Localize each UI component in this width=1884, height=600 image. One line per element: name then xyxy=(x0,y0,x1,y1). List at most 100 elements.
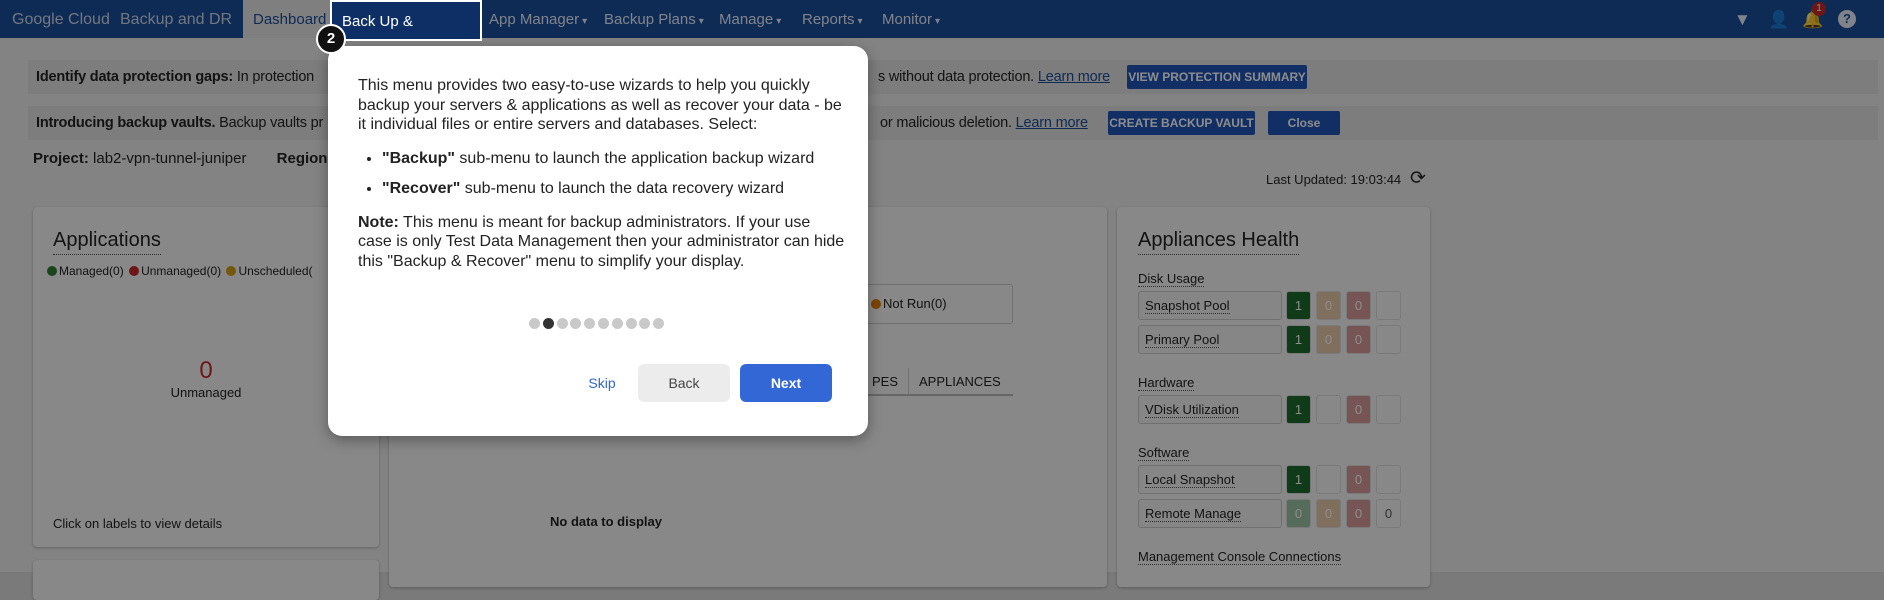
banner-text: s without data protection. xyxy=(878,69,1035,85)
create-backup-vault-button[interactable]: CREATE BACKUP VAULT xyxy=(1108,111,1255,135)
banner-text: or malicious deletion. xyxy=(880,115,1012,131)
filter-icon[interactable]: ▼ xyxy=(1734,10,1751,30)
status-warning-cell[interactable] xyxy=(1316,465,1341,494)
user-icon[interactable]: 👤 xyxy=(1768,10,1789,30)
yellow-dot-icon xyxy=(226,266,237,276)
legend-label: Managed(0) xyxy=(59,264,124,278)
step-dot[interactable] xyxy=(639,318,651,329)
chevron-down-icon: ▾ xyxy=(582,16,588,27)
step-dot[interactable] xyxy=(542,318,554,329)
red-dot-icon xyxy=(129,266,140,276)
chevron-down-icon: ▾ xyxy=(857,16,863,27)
status-warning-cell[interactable]: 0 xyxy=(1316,499,1341,528)
back-button[interactable]: Back xyxy=(638,364,730,402)
row-label[interactable]: VDisk Utilization xyxy=(1145,402,1239,418)
notification-badge: 1 xyxy=(1812,2,1826,16)
brand-logo: Google Cloud xyxy=(12,11,110,28)
status-error-cell[interactable]: 0 xyxy=(1346,465,1371,494)
note-bold: Note: xyxy=(358,213,399,231)
section-hardware[interactable]: Hardware xyxy=(1138,375,1195,391)
section-disk-usage[interactable]: Disk Usage xyxy=(1138,271,1205,287)
status-unknown-cell[interactable] xyxy=(1376,325,1401,354)
nav-label: Manage xyxy=(719,11,774,28)
help-icon[interactable]: ? xyxy=(1838,10,1856,28)
status-unknown-cell[interactable] xyxy=(1376,291,1401,320)
skip-button[interactable]: Skip xyxy=(580,364,624,402)
next-button[interactable]: Next xyxy=(740,364,832,402)
chevron-down-icon: ▾ xyxy=(400,57,406,68)
status-ok-cell[interactable]: 1 xyxy=(1286,465,1311,494)
protection-gaps-banner: Identify data protection gaps: In protec… xyxy=(28,60,1878,94)
legend-unmanaged[interactable]: Unmanaged(0) xyxy=(129,264,221,278)
chevron-down-icon: ▾ xyxy=(698,16,704,27)
status-ok-cell[interactable]: 1 xyxy=(1286,291,1311,320)
nav-monitor[interactable]: Monitor ▾ xyxy=(882,0,940,38)
nav-backup-plans[interactable]: Backup Plans ▾ xyxy=(604,0,704,38)
status-unknown-cell[interactable] xyxy=(1376,465,1401,494)
section-management-console[interactable]: Management Console Connections xyxy=(1138,549,1342,565)
legend-managed[interactable]: Managed(0) xyxy=(47,264,124,278)
chevron-down-icon: ▾ xyxy=(935,16,941,27)
tour-dialog: This menu provides two easy-to-use wizar… xyxy=(328,46,868,436)
row-label[interactable]: Primary Pool xyxy=(1145,332,1220,348)
note-text: This menu is meant for backup administra… xyxy=(358,213,845,270)
dimmed-page: Google Cloud Backup and DR Dashboard App… xyxy=(0,0,1884,600)
refresh-icon[interactable]: ⟳ xyxy=(1410,167,1426,190)
status-error-cell[interactable]: 0 xyxy=(1346,499,1371,528)
step-dot[interactable] xyxy=(625,318,637,329)
status-ok-cell[interactable]: 0 xyxy=(1286,499,1311,528)
step-dot[interactable] xyxy=(556,318,568,329)
tour-intro: This menu provides two easy-to-use wizar… xyxy=(358,77,842,133)
project-label: Project: xyxy=(33,150,89,167)
legend-label: Not Run(0) xyxy=(883,296,947,311)
row-label[interactable]: Remote Manage xyxy=(1145,506,1242,522)
step-dot[interactable] xyxy=(653,318,665,329)
nav-back-up-recover[interactable]: Back Up & Recover ▾ xyxy=(330,0,482,69)
banner-text: Backup vaults pr xyxy=(215,115,324,131)
panel-title[interactable]: Appliances Health xyxy=(1138,229,1300,255)
nav-label: Reports xyxy=(802,11,855,28)
backup-vaults-banner: Introducing backup vaults. Backup vaults… xyxy=(28,106,1878,140)
learn-more-link[interactable]: Learn more xyxy=(1038,69,1110,85)
status-ok-cell[interactable]: 1 xyxy=(1286,325,1311,354)
section-software[interactable]: Software xyxy=(1138,445,1190,461)
bullet-bold: "Backup" xyxy=(382,149,455,167)
orange-dot-icon xyxy=(871,299,881,309)
chevron-down-icon: ▾ xyxy=(776,16,782,27)
nav-label: App Manager xyxy=(489,11,580,28)
not-run-legend[interactable]: Not Run(0) xyxy=(858,284,1013,324)
status-error-cell[interactable]: 0 xyxy=(1346,395,1371,424)
row-label[interactable]: Local Snapshot xyxy=(1145,472,1235,488)
status-unknown-cell[interactable] xyxy=(1376,395,1401,424)
status-unknown-cell[interactable]: 0 xyxy=(1376,499,1401,528)
step-dot[interactable] xyxy=(529,318,540,329)
status-warning-cell[interactable]: 0 xyxy=(1316,325,1341,354)
legend-unscheduled[interactable]: Unscheduled( xyxy=(226,264,313,278)
banner-title: Introducing backup vaults. xyxy=(36,115,216,131)
panel-title[interactable]: Applications xyxy=(53,229,161,255)
nav-reports[interactable]: Reports ▾ xyxy=(802,0,863,38)
tour-bullet: "Backup" sub-menu to launch the applicat… xyxy=(382,149,848,169)
step-dot[interactable] xyxy=(611,318,623,329)
status-ok-cell[interactable]: 1 xyxy=(1286,395,1311,424)
project-value: lab2-vpn-tunnel-juniper xyxy=(93,150,247,167)
hint-text: Click on labels to view details xyxy=(53,516,223,531)
secondary-panel xyxy=(33,560,379,600)
status-error-cell[interactable]: 0 xyxy=(1346,291,1371,320)
legend: Managed(0) Unmanaged(0) Unscheduled( xyxy=(47,264,313,278)
nav-manage[interactable]: Manage ▾ xyxy=(719,0,781,38)
close-banner-button[interactable]: Close xyxy=(1268,111,1340,135)
status-warning-cell[interactable] xyxy=(1316,395,1341,424)
step-dot[interactable] xyxy=(598,318,609,329)
empty-message: No data to display xyxy=(550,514,662,529)
appliances-health-panel: Appliances Health Disk Usage Snapshot Po… xyxy=(1117,207,1430,587)
nav-app-manager[interactable]: App Manager ▾ xyxy=(489,0,587,38)
view-protection-summary-button[interactable]: VIEW PROTECTION SUMMARY xyxy=(1127,65,1307,89)
status-warning-cell[interactable]: 0 xyxy=(1316,291,1341,320)
tab-appliances[interactable]: APPLIANCES xyxy=(909,368,1013,389)
step-dot[interactable] xyxy=(570,318,582,329)
row-label[interactable]: Snapshot Pool xyxy=(1145,298,1230,314)
learn-more-link[interactable]: Learn more xyxy=(1016,115,1088,131)
step-dot[interactable] xyxy=(584,318,596,329)
status-error-cell[interactable]: 0 xyxy=(1346,325,1371,354)
